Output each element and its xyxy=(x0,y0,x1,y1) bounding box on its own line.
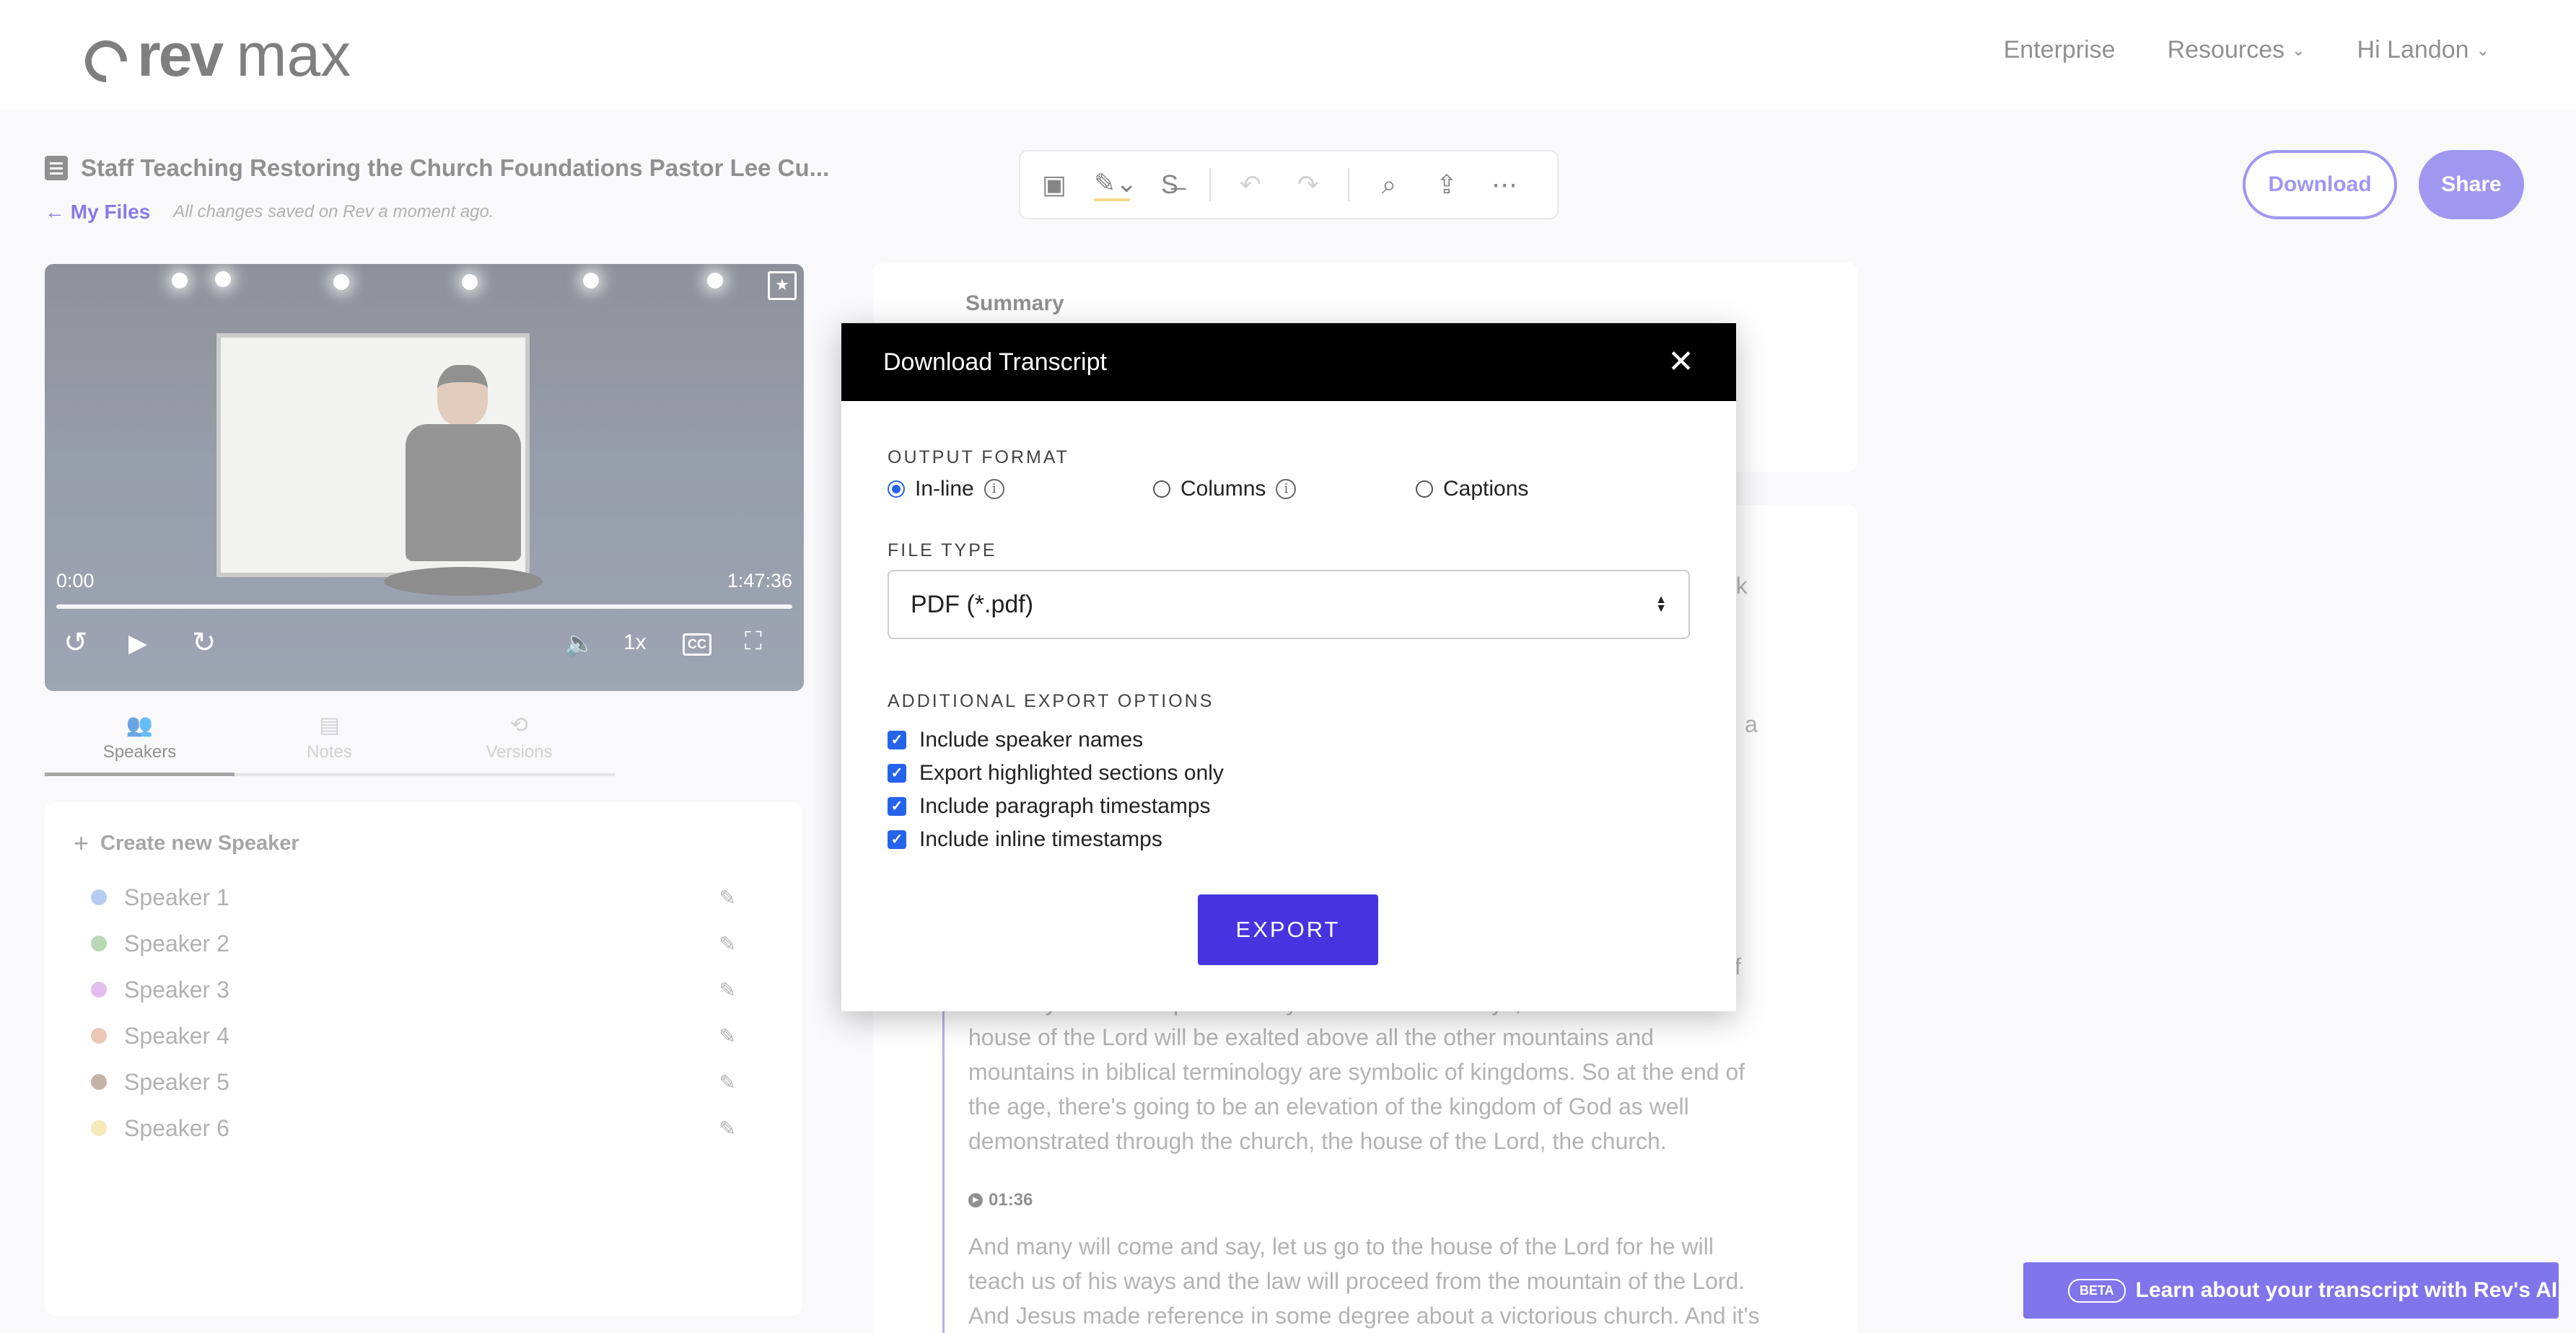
option-highlighted-only[interactable]: ✓ Export highlighted sections only xyxy=(888,757,1690,790)
checkbox-checked[interactable]: ✓ xyxy=(888,830,906,849)
format-columns-option[interactable]: Columns i xyxy=(1153,477,1416,501)
file-type-select[interactable]: PDF (*.pdf) ▲ ▼ xyxy=(888,570,1690,639)
format-captions-option[interactable]: Captions xyxy=(1416,477,1528,501)
radio-captions[interactable] xyxy=(1416,480,1433,498)
modal-header: Download Transcript ✕ xyxy=(841,323,1736,401)
output-format-options: In-line i Columns i Captions xyxy=(888,477,1690,501)
info-icon[interactable]: i xyxy=(983,479,1004,499)
checkbox-checked[interactable]: ✓ xyxy=(888,797,906,816)
download-transcript-modal: Download Transcript ✕ OUTPUT FORMAT In-l… xyxy=(841,323,1736,1011)
checkbox-checked[interactable]: ✓ xyxy=(888,764,906,783)
checkbox-checked[interactable]: ✓ xyxy=(888,731,906,749)
format-inline-option[interactable]: In-line i xyxy=(888,477,1153,501)
info-icon[interactable]: i xyxy=(1276,479,1297,499)
export-options-label: ADDITIONAL EXPORT OPTIONS xyxy=(888,691,1214,711)
radio-inline[interactable] xyxy=(888,480,905,498)
option-speaker-names[interactable]: ✓ Include speaker names xyxy=(888,723,1690,757)
export-button[interactable]: EXPORT xyxy=(1198,894,1378,965)
output-format-label: OUTPUT FORMAT xyxy=(888,447,1069,467)
modal-body: OUTPUT FORMAT In-line i Columns i Captio… xyxy=(841,401,1736,856)
option-paragraph-timestamps[interactable]: ✓ Include paragraph timestamps xyxy=(888,790,1690,823)
file-type-label: FILE TYPE xyxy=(888,540,997,560)
radio-columns[interactable] xyxy=(1153,480,1170,498)
select-arrows-icon: ▲ ▼ xyxy=(1655,594,1667,615)
close-icon[interactable]: ✕ xyxy=(1668,346,1694,378)
option-inline-timestamps[interactable]: ✓ Include inline timestamps xyxy=(888,823,1690,856)
modal-title: Download Transcript xyxy=(883,348,1107,376)
